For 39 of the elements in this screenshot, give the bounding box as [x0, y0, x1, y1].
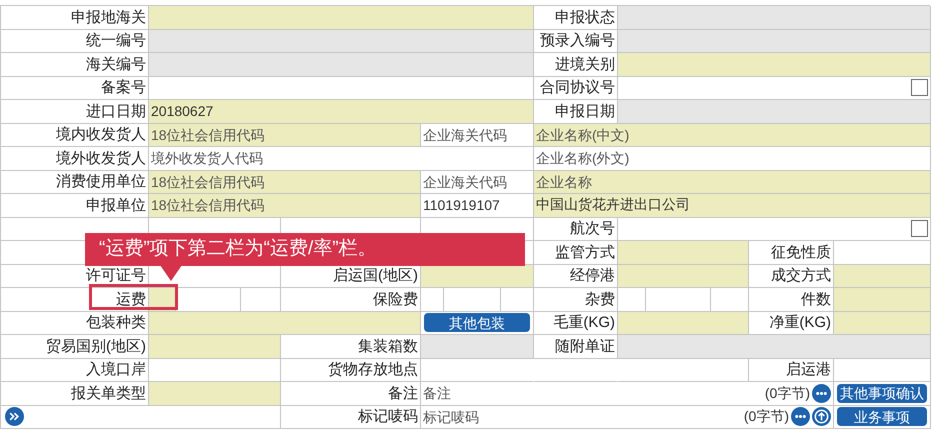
byte-count: (0字节) [764, 384, 810, 403]
field-label: 监管方式 [555, 244, 615, 260]
field-label: 运费 [116, 292, 146, 307]
field-label: 进境关别 [555, 56, 615, 72]
field-label: 进口日期 [86, 104, 146, 119]
field-label: 启运港 [786, 362, 831, 378]
field-label: 报关单类型 [71, 386, 146, 401]
field-label: 经停港 [570, 268, 615, 284]
field-label: 包装种类 [86, 315, 146, 330]
field-label: 申报地海关 [71, 10, 146, 25]
field-label: 征免性质 [771, 244, 831, 260]
field-label: 航次号 [570, 221, 615, 236]
field-label: 成交方式 [771, 268, 831, 284]
field-label: 预录入编号 [540, 33, 615, 48]
field-label: 入境口岸 [86, 362, 146, 378]
field-label: 境外收发货人 [56, 150, 146, 166]
field-label: 境内收发货人 [56, 127, 146, 142]
field-label: 贸易国别(地区) [46, 338, 146, 354]
field-label: 随附单证 [555, 338, 615, 354]
field-label: 合同协议号 [540, 80, 615, 96]
field-label: 货物存放地点 [328, 362, 418, 378]
field-label: 标记唛码 [358, 409, 418, 424]
field-label: 保险费 [373, 292, 418, 307]
field-label: 杂费 [585, 292, 615, 307]
field-label: 备案号 [101, 80, 146, 96]
field-label: 许可证号 [86, 268, 146, 284]
field-label: 启运国(地区) [333, 268, 418, 284]
field-label: 备注 [388, 386, 418, 401]
byte-count: (0字节) [744, 407, 789, 426]
field-label: 集装箱数 [358, 338, 418, 354]
field-label: 申报状态 [555, 10, 615, 25]
field-label: 件数 [801, 292, 831, 307]
field-label: 毛重(KG) [553, 315, 615, 330]
field-label: 申报日期 [555, 104, 615, 119]
field-label: 海关编号 [86, 56, 146, 72]
field-label: 净重(KG) [769, 315, 831, 330]
field-label: 统一编号 [86, 33, 146, 48]
field-label: 消费使用单位 [56, 174, 146, 190]
field-label: 申报单位 [86, 198, 146, 213]
